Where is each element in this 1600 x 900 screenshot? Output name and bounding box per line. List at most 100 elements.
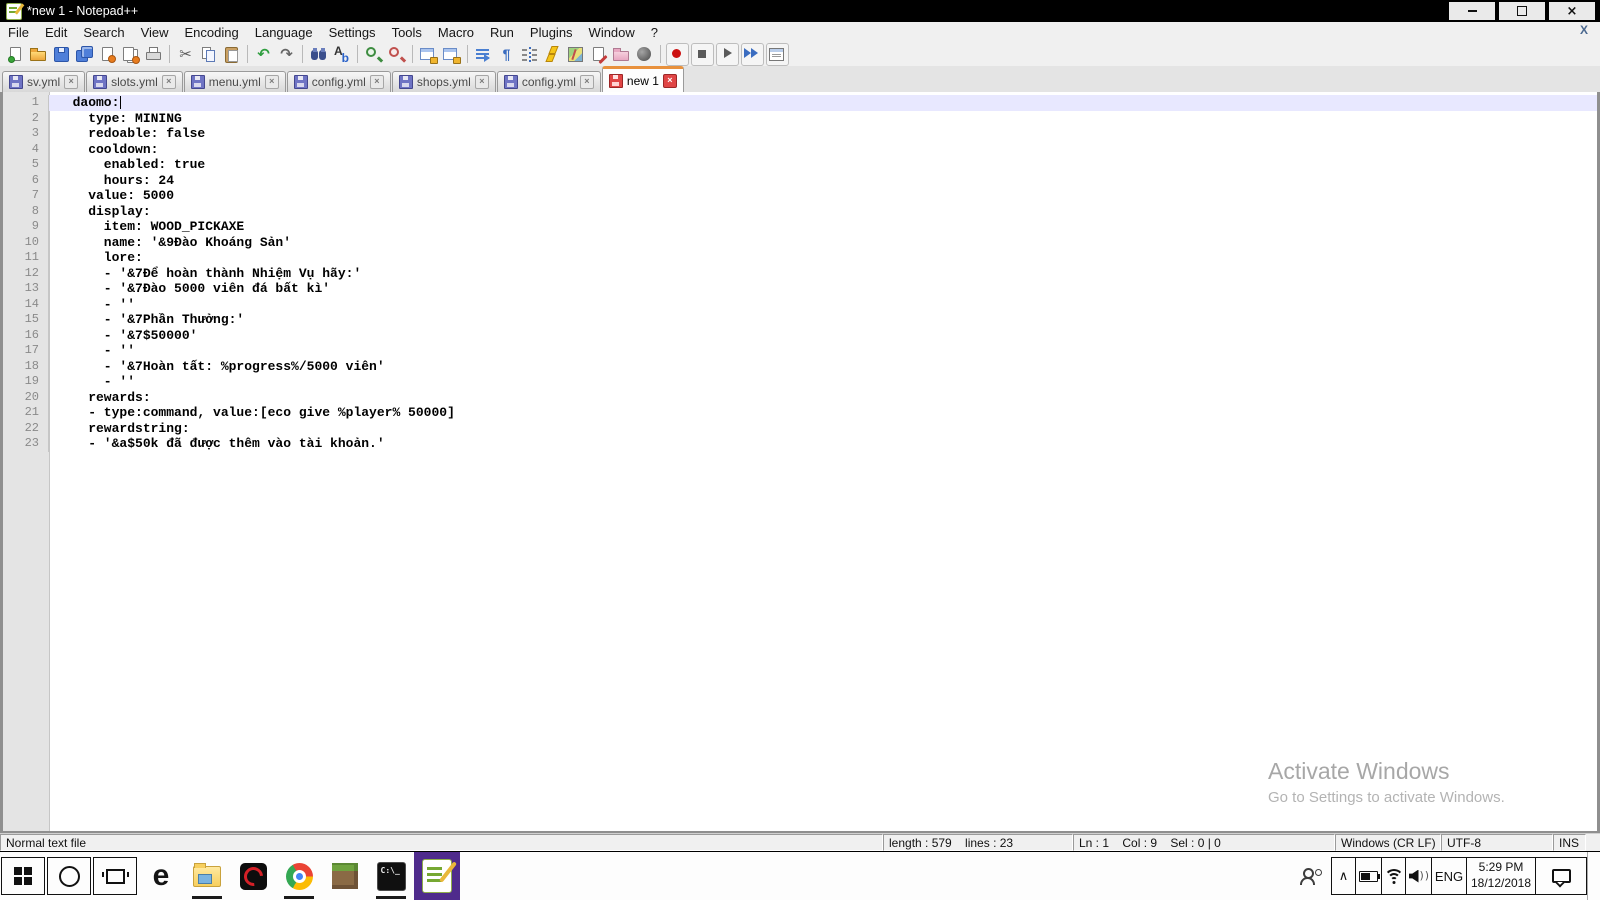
menu-edit[interactable]: Edit xyxy=(37,23,75,42)
show-all-characters-icon[interactable] xyxy=(496,44,517,65)
function-completion-icon[interactable] xyxy=(542,44,563,65)
taskbar-notepad-plus-plus-button[interactable] xyxy=(414,852,460,900)
close-all-icon[interactable] xyxy=(120,44,141,65)
tab-close-icon[interactable]: × xyxy=(161,75,176,89)
tab-new-1[interactable]: new 1 × xyxy=(601,66,684,92)
taskbar-start-button[interactable] xyxy=(1,857,45,895)
redo-icon[interactable] xyxy=(276,44,297,65)
menu-view[interactable]: View xyxy=(133,23,177,42)
tab-close-icon[interactable]: × xyxy=(264,75,279,89)
code-line: 15 - '&7Phần Thưởng:' xyxy=(3,312,1597,328)
line-number: 6 xyxy=(3,172,49,188)
menu-language[interactable]: Language xyxy=(247,23,321,42)
zoom-out-icon[interactable] xyxy=(386,44,407,65)
code-text: - '&7Đào 5000 viên đá bất kì' xyxy=(57,281,331,296)
code-text: - type:command, value:[eco give %player%… xyxy=(57,405,455,420)
open-file-icon[interactable] xyxy=(28,44,49,65)
menu-plugins[interactable]: Plugins xyxy=(522,23,581,42)
taskbar-minecraft-button[interactable] xyxy=(322,852,368,900)
menu-tools[interactable]: Tools xyxy=(384,23,430,42)
taskbar-chrome-button[interactable] xyxy=(276,852,322,900)
tab-close-icon[interactable]: × xyxy=(64,75,79,89)
undo-icon[interactable] xyxy=(253,44,274,65)
code-text: lore: xyxy=(57,250,143,265)
tab-shops-yml[interactable]: shops.yml × xyxy=(391,71,496,92)
save-icon[interactable] xyxy=(51,44,72,65)
restore-button[interactable] xyxy=(1499,2,1545,20)
code-text: - '&a$50k đã được thêm vào tài khoản.' xyxy=(57,436,385,451)
language-indicator[interactable]: ENG xyxy=(1431,857,1467,895)
wifi-icon[interactable] xyxy=(1381,857,1406,895)
tray-expand-button[interactable]: ∧ xyxy=(1331,857,1356,895)
sync-vertical-icon[interactable] xyxy=(418,44,439,65)
line-number: 20 xyxy=(3,389,49,405)
line-number: 22 xyxy=(3,420,49,436)
word-wrap-icon[interactable] xyxy=(473,44,494,65)
tab-close-icon[interactable]: × xyxy=(579,75,594,89)
macro-stop-icon[interactable] xyxy=(691,42,714,66)
tab-close-icon[interactable]: × xyxy=(474,75,489,89)
macro-play-icon[interactable] xyxy=(716,42,739,66)
cut-icon[interactable] xyxy=(175,44,196,65)
folder-as-workspace-icon[interactable] xyxy=(611,44,632,65)
macro-save-icon[interactable] xyxy=(766,42,789,66)
action-center-button[interactable] xyxy=(1535,857,1587,895)
macro-record-icon[interactable] xyxy=(666,42,689,66)
print-icon[interactable] xyxy=(143,44,164,65)
minimize-button[interactable] xyxy=(1449,2,1495,20)
menu-macro[interactable]: Macro xyxy=(430,23,482,42)
tab-close-icon[interactable]: × xyxy=(662,73,677,88)
taskbar-edge-button[interactable]: e xyxy=(138,852,184,900)
zoom-in-icon[interactable] xyxy=(363,44,384,65)
show-desktop-button[interactable] xyxy=(1587,852,1600,900)
tab-sv-yml[interactable]: sv.yml × xyxy=(2,71,86,92)
text-area[interactable]: 1 daomo: 2 type: MINING 3 redoable: false 4… xyxy=(3,92,1597,452)
people-icon[interactable] xyxy=(1300,867,1322,885)
taskbar-file-explorer-button[interactable] xyxy=(184,852,230,900)
document-map-icon[interactable] xyxy=(565,44,586,65)
tab-config-yml[interactable]: config.yml × xyxy=(496,71,601,92)
line-number: 14 xyxy=(3,296,49,312)
code-line: 17 - '' xyxy=(3,343,1597,359)
line-number: 2 xyxy=(3,110,49,126)
monitoring-icon[interactable] xyxy=(634,44,655,65)
close-file-icon[interactable] xyxy=(97,44,118,65)
find-icon[interactable] xyxy=(308,44,329,65)
close-button[interactable]: × xyxy=(1549,2,1595,20)
document-switcher-icon[interactable] xyxy=(588,44,609,65)
code-text: type: MINING xyxy=(57,110,182,126)
indent-guide-icon[interactable] xyxy=(519,44,540,65)
menu-run[interactable]: Run xyxy=(482,23,522,42)
new-file-icon[interactable] xyxy=(5,44,26,65)
close-document-x-button[interactable]: X xyxy=(1580,23,1588,37)
battery-icon[interactable] xyxy=(1355,857,1382,895)
line-number: 18 xyxy=(3,358,49,374)
minimize-icon xyxy=(1467,10,1477,12)
tab-close-icon[interactable]: × xyxy=(369,75,384,89)
tab-config-yml[interactable]: config.yml × xyxy=(286,71,391,92)
menu-help[interactable]: ? xyxy=(643,23,666,42)
tab-label: new 1 xyxy=(626,73,659,88)
tab-label: sv.yml xyxy=(27,75,61,89)
code-text: - '' xyxy=(57,374,136,389)
taskbar-cmd-button[interactable] xyxy=(368,852,414,900)
paste-icon[interactable] xyxy=(221,44,242,65)
menu-settings[interactable]: Settings xyxy=(321,23,384,42)
taskbar-task-view-button[interactable] xyxy=(93,857,137,895)
menu-search[interactable]: Search xyxy=(75,23,132,42)
menu-file[interactable]: File xyxy=(0,23,37,42)
volume-icon[interactable] xyxy=(1405,857,1432,895)
clock[interactable]: 5:29 PM 18/12/2018 xyxy=(1466,857,1536,895)
macro-run-multiple-icon[interactable] xyxy=(741,42,764,66)
tab-slots-yml[interactable]: slots.yml × xyxy=(86,71,183,92)
copy-icon[interactable] xyxy=(198,44,219,65)
tab-menu-yml[interactable]: menu.yml × xyxy=(183,71,286,92)
taskbar-garena-button[interactable] xyxy=(230,852,276,900)
sync-horizontal-icon[interactable] xyxy=(441,44,462,65)
menu-window[interactable]: Window xyxy=(581,23,643,42)
replace-icon[interactable] xyxy=(331,44,352,65)
file-explorer-icon xyxy=(193,862,221,887)
save-all-icon[interactable] xyxy=(74,44,95,65)
menu-encoding[interactable]: Encoding xyxy=(177,23,247,42)
taskbar-cortana-button[interactable] xyxy=(47,857,91,895)
